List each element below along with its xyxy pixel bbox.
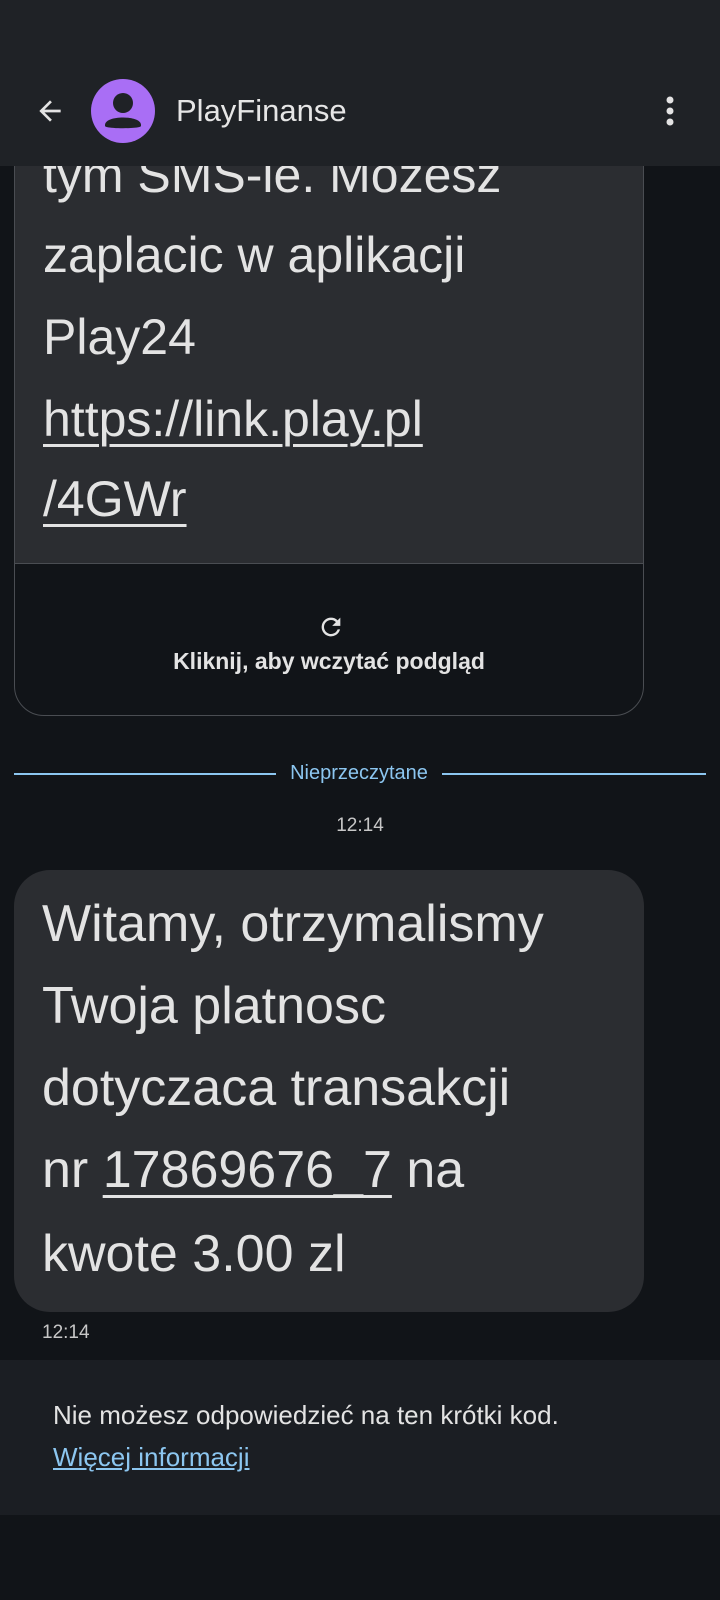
more-info-link[interactable]: Więcej informacji — [53, 1442, 250, 1473]
message-2-line: dotyczaca transakcji — [42, 1059, 511, 1117]
unread-label: Nieprzeczytane — [290, 762, 428, 784]
transaction-number-link[interactable]: 17869676_7 — [103, 1141, 392, 1199]
message-2-line: Twoja platnosc — [42, 977, 386, 1035]
message-bubble-1[interactable]: tym SMS-ie. Mozesz zaplacic w aplikacji … — [14, 120, 644, 716]
message-2-line: nr 17869676_7 na — [42, 1140, 464, 1200]
back-button[interactable] — [30, 91, 70, 131]
message-1-link[interactable]: https://link.play.pl — [43, 389, 423, 449]
conversation-title: PlayFinanse — [176, 93, 347, 128]
message-bubble-2[interactable]: Witamy, otrzymalismy Twoja platnosc doty… — [14, 870, 644, 1312]
unread-divider-right — [442, 773, 706, 775]
timestamp: 12:14 — [336, 815, 384, 836]
message-1-link[interactable]: /4GWr — [43, 469, 187, 529]
reply-disabled-footer: Nie możesz odpowiedzieć na ten krótki ko… — [0, 1360, 720, 1515]
line-suffix: na — [391, 1141, 465, 1199]
reply-disabled-notice: Nie możesz odpowiedzieć na ten krótki ko… — [53, 1400, 559, 1430]
line-prefix: nr — [42, 1141, 103, 1199]
contact-avatar-icon[interactable] — [91, 79, 155, 143]
message-2-line: kwote 3.00 zl — [42, 1225, 346, 1283]
status-bar — [0, 0, 720, 60]
preview-label: Kliknij, aby wczytać podgląd — [173, 648, 485, 674]
message-1-line: zaplacic w aplikacji — [43, 227, 466, 283]
more-options-button[interactable] — [650, 89, 690, 133]
app-bar: PlayFinanse — [0, 60, 720, 166]
link-preview-button[interactable]: Kliknij, aby wczytać podgląd — [15, 564, 643, 715]
message-2-line: Witamy, otrzymalismy — [42, 895, 544, 953]
message-timestamp: 12:14 — [42, 1322, 90, 1343]
back-arrow-icon — [39, 100, 61, 122]
unread-divider-left — [14, 773, 276, 775]
message-1-line: Play24 — [43, 309, 196, 365]
message-1-text: tym SMS-ie. Mozesz zaplacic w aplikacji … — [15, 121, 643, 564]
refresh-icon — [316, 612, 346, 642]
more-vert-icon — [666, 96, 674, 126]
